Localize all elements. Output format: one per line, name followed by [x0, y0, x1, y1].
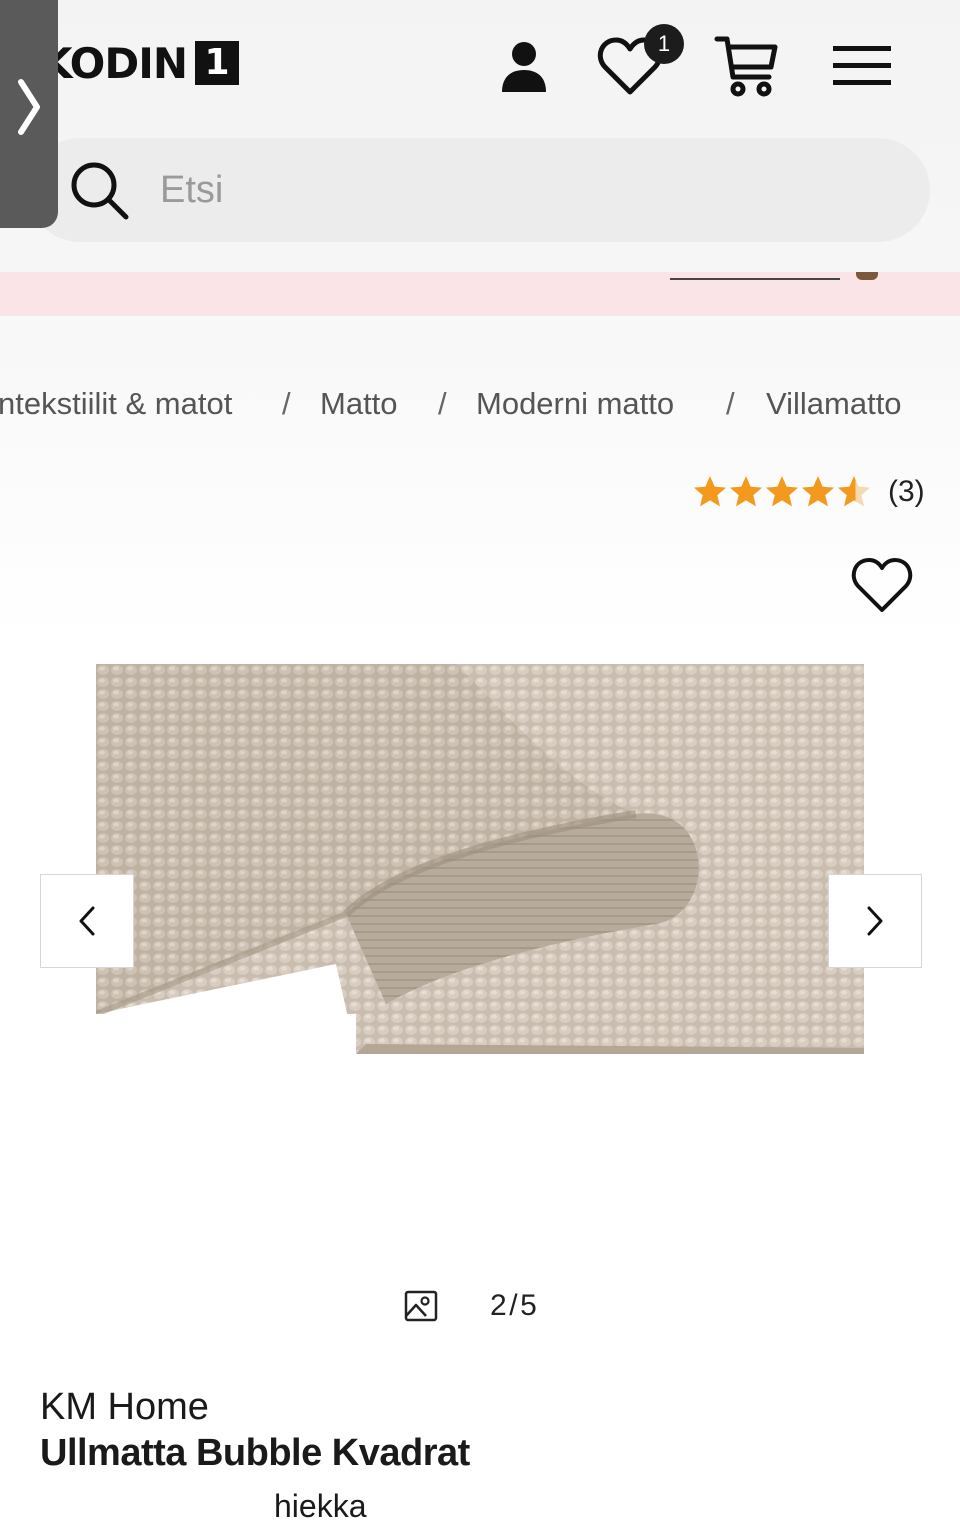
site-header: KODIN 1 1 — [0, 0, 960, 130]
chevron-right-icon — [18, 79, 40, 135]
cart-icon — [714, 36, 778, 97]
cart-button[interactable] — [710, 30, 782, 102]
previous-image-button[interactable] — [40, 874, 134, 968]
product-color: hiekka — [274, 1488, 367, 1524]
search-input[interactable] — [158, 167, 862, 213]
image-counter[interactable]: 2 / 5 — [404, 1284, 537, 1328]
next-image-button[interactable] — [828, 874, 922, 968]
breadcrumb-item[interactable]: Moderni matto — [476, 386, 674, 422]
product-brand[interactable]: KM Home — [40, 1386, 209, 1429]
site-logo[interactable]: KODIN 1 — [40, 38, 240, 88]
promo-banner-graphic — [670, 272, 840, 280]
breadcrumb-separator: / — [438, 386, 447, 421]
wishlist-count-badge: 1 — [644, 24, 684, 64]
logo-number: 1 — [195, 41, 240, 85]
star-rating-icon — [694, 476, 870, 507]
image-counter-current: 2 — [490, 1289, 507, 1322]
product-rating[interactable]: (3) — [692, 470, 925, 514]
breadcrumb-item[interactable]: Matto — [320, 386, 398, 422]
image-counter-text: 2 / 5 — [490, 1289, 537, 1323]
heart-outline-icon — [851, 558, 913, 612]
image-counter-separator: / — [509, 1289, 518, 1322]
account-button[interactable] — [488, 30, 560, 102]
side-drawer-tab[interactable] — [0, 0, 58, 228]
breadcrumb-separator: / — [726, 386, 735, 421]
rug-photo — [96, 664, 864, 1054]
add-to-wishlist-button[interactable] — [850, 556, 914, 616]
breadcrumb-item[interactable]: ntekstiilit & matot — [0, 386, 232, 422]
image-icon — [404, 1290, 438, 1322]
breadcrumb-item[interactable]: Villamatto — [766, 386, 902, 422]
image-counter-total: 5 — [520, 1289, 537, 1322]
chevron-right-icon — [867, 906, 883, 936]
promo-banner-graphic-dot — [856, 272, 878, 280]
product-image[interactable] — [96, 664, 864, 1054]
breadcrumb-separator: / — [282, 386, 291, 421]
menu-button[interactable] — [826, 30, 898, 102]
review-count[interactable]: (3) — [888, 475, 925, 509]
menu-icon — [833, 46, 891, 85]
logo-text: KODIN — [40, 38, 188, 88]
search-bar[interactable] — [28, 138, 930, 242]
user-icon — [502, 42, 546, 92]
search-icon — [71, 162, 129, 220]
chevron-left-icon — [79, 906, 95, 936]
breadcrumb: ntekstiilit & matot / Matto / Moderni ma… — [0, 380, 960, 430]
product-title: Ullmatta Bubble Kvadrat — [40, 1432, 470, 1474]
